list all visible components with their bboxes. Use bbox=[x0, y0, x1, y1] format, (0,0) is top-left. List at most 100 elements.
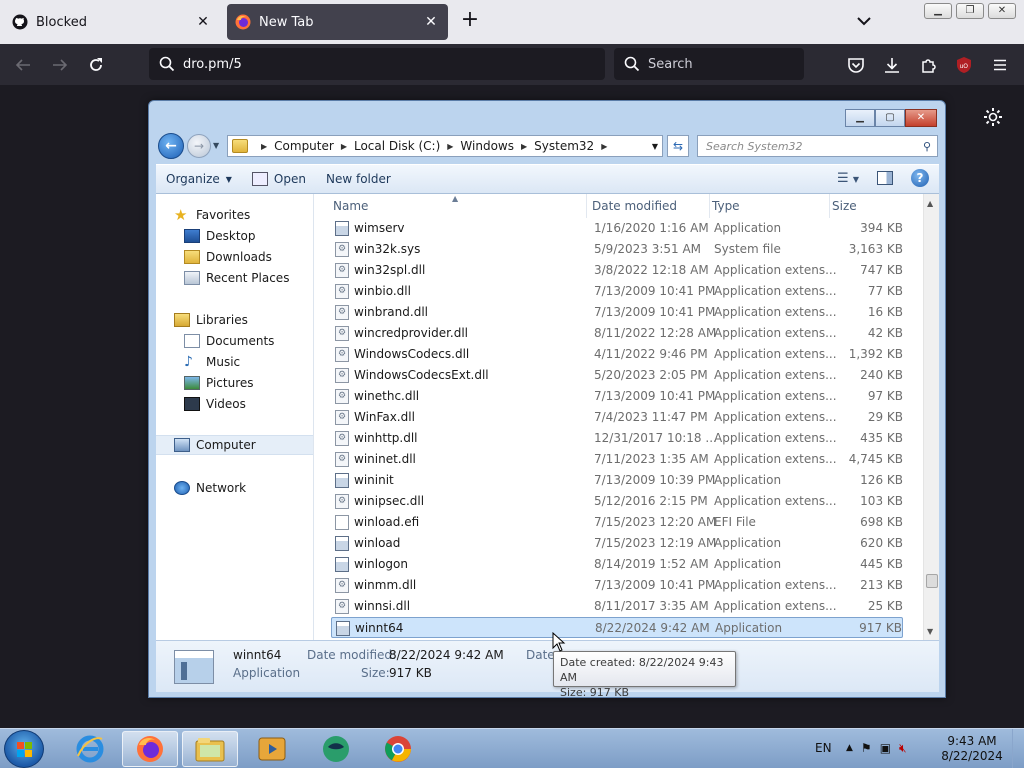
table-row[interactable]: win32k.sys 5/9/2023 3:51 AM System file 3,1… bbox=[331, 239, 903, 260]
help-icon[interactable]: ? bbox=[911, 169, 929, 187]
forward-button[interactable] bbox=[49, 54, 71, 76]
taskbar-app-green[interactable] bbox=[308, 731, 364, 767]
close-button[interactable]: ✕ bbox=[988, 3, 1016, 19]
table-row[interactable]: wininit 7/13/2009 10:39 PM Application 126 … bbox=[331, 470, 903, 491]
column-header-type[interactable]: Type bbox=[710, 194, 830, 218]
restore-button[interactable]: ❐ bbox=[956, 3, 984, 19]
table-row[interactable]: winload.efi 7/15/2023 12:20 AM EFI File 698… bbox=[331, 512, 903, 533]
table-row[interactable]: winnt64 8/22/2024 9:42 AM Application 917 K… bbox=[331, 617, 903, 638]
close-icon[interactable]: ✕ bbox=[422, 13, 440, 31]
start-button[interactable] bbox=[4, 730, 44, 768]
close-button[interactable]: ✕ bbox=[905, 109, 937, 127]
nav-videos[interactable]: Videos bbox=[184, 394, 341, 414]
search-input[interactable]: Search System32 ⚲ bbox=[697, 135, 938, 157]
table-row[interactable]: winlogon 8/14/2019 1:52 AM Application 445 … bbox=[331, 554, 903, 575]
clock[interactable]: 9:43 AM 8/22/2024 bbox=[940, 734, 1004, 764]
chevron-down-icon[interactable] bbox=[853, 10, 875, 32]
tab-blocked[interactable]: Blocked ✕ bbox=[4, 4, 220, 40]
column-header-name[interactable]: Name bbox=[331, 194, 587, 218]
nav-pictures[interactable]: Pictures bbox=[184, 373, 341, 393]
nav-network[interactable]: Network bbox=[174, 478, 331, 498]
table-row[interactable]: WindowsCodecsExt.dll 5/20/2023 2:05 PM App… bbox=[331, 365, 903, 386]
address-bar[interactable]: ▶ Computer ▶ Local Disk (C:) ▶ Windows ▶… bbox=[227, 135, 663, 157]
vertical-scrollbar[interactable]: ▲ ▼ bbox=[923, 194, 939, 640]
nav-favorites[interactable]: ★ Favorites bbox=[174, 205, 331, 225]
nav-downloads[interactable]: Downloads bbox=[184, 247, 341, 267]
table-row[interactable]: winmm.dll 7/13/2009 10:41 PMApplication e… bbox=[331, 575, 903, 596]
column-header-date[interactable]: Date modified bbox=[590, 194, 710, 218]
chevron-right-icon[interactable]: ▶ bbox=[601, 142, 607, 151]
extensions-button[interactable] bbox=[918, 54, 940, 76]
chevron-up-icon[interactable]: ▲ bbox=[846, 741, 853, 756]
search-bar[interactable]: Search bbox=[614, 48, 804, 80]
show-desktop-button[interactable] bbox=[1012, 729, 1024, 768]
history-dropdown[interactable]: ▼ bbox=[213, 141, 219, 150]
volume-muted-icon[interactable]: 🔇︎ bbox=[899, 741, 907, 756]
table-row[interactable]: winbrand.dll 7/13/2009 10:41 PMApplicatio… bbox=[331, 302, 903, 323]
table-row[interactable]: winipsec.dll 5/12/2016 2:15 PM Application… bbox=[331, 491, 903, 512]
organize-button[interactable]: Organize ▼ bbox=[156, 166, 242, 192]
table-row[interactable]: win32spl.dll 3/8/2022 12:18 AM Application… bbox=[331, 260, 903, 281]
table-row[interactable]: wininet.dll 7/11/2023 1:35 AM Application … bbox=[331, 449, 903, 470]
table-row[interactable]: winbio.dll 7/13/2009 10:41 PMApplication … bbox=[331, 281, 903, 302]
flag-icon[interactable]: ⚑ bbox=[861, 741, 872, 756]
network-tray-icon[interactable]: ▣ bbox=[880, 741, 891, 756]
breadcrumb-computer[interactable]: Computer bbox=[274, 139, 334, 153]
breadcrumb-system32[interactable]: System32 bbox=[534, 139, 594, 153]
new-folder-button[interactable]: New folder bbox=[316, 166, 401, 192]
taskbar-internet-explorer[interactable] bbox=[62, 731, 118, 767]
chevron-right-icon[interactable]: ▶ bbox=[261, 142, 267, 151]
open-button[interactable]: Open bbox=[242, 166, 316, 192]
ublock-button[interactable]: uO bbox=[953, 54, 975, 76]
chevron-right-icon[interactable]: ▶ bbox=[447, 142, 453, 151]
search-icon[interactable]: ⚲ bbox=[923, 140, 931, 153]
new-tab-button[interactable]: + bbox=[459, 9, 481, 32]
breadcrumb-local-disk[interactable]: Local Disk (C:) bbox=[354, 139, 440, 153]
nav-documents[interactable]: Documents bbox=[184, 331, 341, 351]
minimize-button[interactable]: ▁ bbox=[845, 109, 875, 127]
reload-button[interactable] bbox=[85, 54, 107, 76]
taskbar-firefox[interactable] bbox=[122, 731, 178, 767]
table-row[interactable]: winload 7/15/2023 12:19 AM Application 620 … bbox=[331, 533, 903, 554]
table-row[interactable]: WindowsCodecs.dll 4/11/2022 9:46 PM Applic… bbox=[331, 344, 903, 365]
table-row[interactable]: winethc.dll 7/13/2009 10:41 PMApplication… bbox=[331, 386, 903, 407]
pocket-button[interactable] bbox=[845, 54, 867, 76]
close-icon[interactable]: ✕ bbox=[194, 13, 212, 31]
back-button[interactable]: ← bbox=[158, 133, 184, 159]
forward-button[interactable]: → bbox=[187, 134, 211, 158]
table-row[interactable]: winnsi.dll 8/11/2017 3:35 AM Application e… bbox=[331, 596, 903, 617]
chevron-down-icon[interactable]: ▼ bbox=[652, 142, 658, 151]
scroll-down-icon[interactable]: ▼ bbox=[927, 627, 933, 636]
nav-music[interactable]: ♪ Music bbox=[184, 352, 341, 372]
refresh-button[interactable]: ⇆ bbox=[667, 135, 689, 157]
maximize-button[interactable]: ▢ bbox=[875, 109, 905, 127]
table-row[interactable]: WinFax.dll 7/4/2023 11:47 PM Application e… bbox=[331, 407, 903, 428]
chevron-right-icon[interactable]: ▶ bbox=[521, 142, 527, 151]
table-row[interactable]: wincredprovider.dll 8/11/2022 12:28 AMApp… bbox=[331, 323, 903, 344]
tab-new-tab[interactable]: New Tab ✕ bbox=[227, 4, 448, 40]
gear-icon[interactable] bbox=[982, 106, 1004, 128]
breadcrumb-windows[interactable]: Windows bbox=[460, 139, 514, 153]
file-date: 8/14/2019 1:52 AM bbox=[594, 557, 709, 571]
column-header-size[interactable]: Size bbox=[830, 194, 903, 218]
nav-computer[interactable]: Computer bbox=[156, 435, 313, 455]
view-details-icon[interactable]: ☰ ▼ bbox=[837, 171, 859, 186]
nav-recent-places[interactable]: Recent Places bbox=[184, 268, 341, 288]
nav-libraries[interactable]: Libraries bbox=[174, 310, 331, 330]
scroll-up-icon[interactable]: ▲ bbox=[927, 199, 933, 208]
nav-desktop[interactable]: Desktop bbox=[184, 226, 341, 246]
scroll-thumb[interactable] bbox=[926, 574, 938, 588]
language-indicator[interactable]: EN bbox=[815, 741, 832, 755]
preview-pane-icon[interactable] bbox=[877, 171, 893, 185]
taskbar-explorer[interactable] bbox=[182, 731, 238, 767]
taskbar-chrome[interactable] bbox=[370, 731, 426, 767]
url-bar[interactable]: dro.pm/5 bbox=[149, 48, 605, 80]
chevron-right-icon[interactable]: ▶ bbox=[341, 142, 347, 151]
minimize-button[interactable]: ▁ bbox=[924, 3, 952, 19]
downloads-button[interactable] bbox=[881, 54, 903, 76]
taskbar-media-player[interactable] bbox=[244, 731, 300, 767]
table-row[interactable]: wimserv 1/16/2020 1:16 AM Application 394 K… bbox=[331, 218, 903, 239]
menu-button[interactable] bbox=[989, 54, 1011, 76]
table-row[interactable]: winhttp.dll 12/31/2017 10:18 ...Applicati… bbox=[331, 428, 903, 449]
back-button[interactable] bbox=[12, 54, 34, 76]
